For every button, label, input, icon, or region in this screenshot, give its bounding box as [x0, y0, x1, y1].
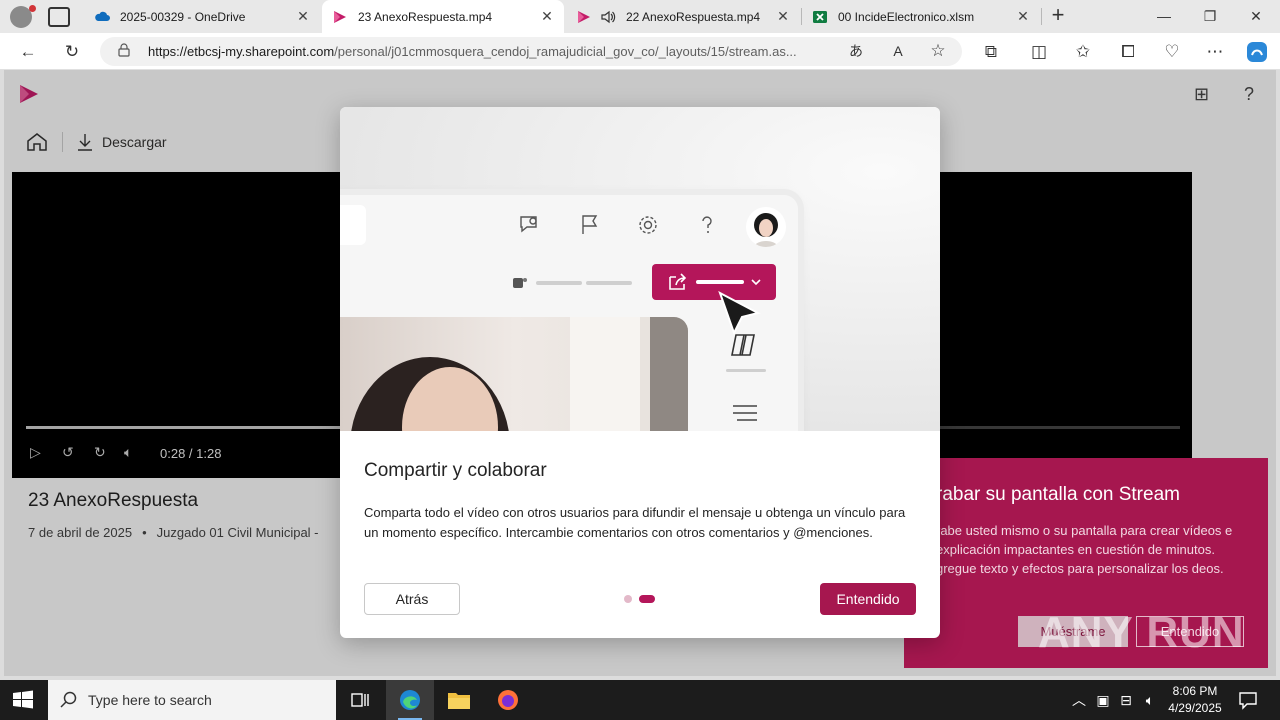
illustration-label-bar	[696, 280, 744, 284]
taskbar-search-placeholder: Type here to search	[88, 692, 212, 708]
firefox-icon	[498, 690, 518, 710]
step-dot-2-active[interactable]	[639, 595, 655, 603]
dialog-illustration	[340, 107, 940, 431]
folder-icon	[448, 693, 470, 709]
address-bar[interactable]: https://etbcsj-my.sharepoint.com/persona…	[100, 37, 962, 66]
illustration-search-box	[340, 205, 366, 245]
illustration-divider	[726, 369, 766, 372]
stream-icon	[578, 10, 590, 23]
tray-network-icon[interactable]: ⊟	[1117, 691, 1135, 709]
tray-meet-icon[interactable]: ▣	[1094, 691, 1112, 709]
tab-close-icon[interactable]: ✕	[296, 8, 310, 25]
split-screen-icon[interactable]: ◫	[1027, 40, 1051, 64]
step-dot-1[interactable]	[624, 595, 632, 603]
clock-time: 8:06 PM	[1172, 684, 1218, 698]
new-tab-icon[interactable]: +	[1047, 4, 1069, 28]
window-close-icon[interactable]: ✕	[1233, 0, 1279, 33]
dialog-title: Compartir y colaborar	[364, 460, 547, 481]
favorite-star-icon[interactable]: ☆	[926, 39, 950, 63]
tab-close-icon[interactable]: ✕	[540, 8, 554, 25]
task-view-icon	[351, 693, 369, 707]
tab-title: 00 IncideElectronico.xlsm	[838, 9, 975, 24]
url-path: /personal/j01cmmosquera_cendoj_ramajudic…	[334, 44, 797, 59]
dialog-body: Comparta todo el vídeo con otros usuario…	[364, 505, 906, 540]
excel-icon	[813, 10, 827, 23]
back-arrow-icon[interactable]: ←	[16, 40, 40, 64]
copilot-icon[interactable]	[1245, 40, 1269, 64]
browser-toolbar: ← ↻ https://etbcsj-my.sharepoint.com/per…	[0, 33, 1280, 70]
windows-start-icon[interactable]	[12, 690, 34, 710]
step-indicator	[624, 595, 655, 603]
edge-icon	[400, 690, 420, 710]
got-it-button[interactable]: Entendido	[820, 583, 916, 615]
taskbar-search-box[interactable]: Type here to search	[48, 680, 336, 720]
back-button[interactable]: Atrás	[364, 583, 460, 615]
minimize-icon[interactable]: —	[1141, 0, 1187, 33]
tab-close-icon[interactable]: ✕	[1016, 8, 1030, 25]
refresh-icon[interactable]: ↻	[60, 40, 84, 64]
stream-icon	[334, 10, 346, 23]
tab-title: 2025-00329 - OneDrive	[120, 9, 246, 24]
taskbar-clock[interactable]: 8:06 PM 4/29/2025	[1158, 683, 1232, 717]
tab-stream-23[interactable]: 23 AnexoRespuesta.mp4 ✕	[322, 0, 564, 33]
copilot-icon	[731, 334, 755, 356]
tab-actions-icon[interactable]	[48, 7, 70, 27]
tray-volume-icon[interactable]: 🔈︎	[1141, 691, 1159, 709]
task-view-button[interactable]	[336, 680, 384, 720]
browser-essentials-icon[interactable]: ♡	[1160, 40, 1184, 64]
tab-close-icon[interactable]: ✕	[776, 8, 790, 25]
settings-more-icon[interactable]: ⋯	[1203, 40, 1227, 64]
tab-title: 23 AnexoRespuesta.mp4	[358, 9, 493, 24]
comment-icon	[520, 216, 537, 233]
onedrive-icon	[95, 11, 110, 21]
translate-icon[interactable]: あ	[844, 39, 868, 63]
profile-notification-badge	[29, 5, 36, 12]
tab-onedrive[interactable]: 2025-00329 - OneDrive ✕	[84, 0, 320, 33]
flag-icon	[582, 215, 598, 234]
browser-tab-strip: 2025-00329 - OneDrive ✕ 23 AnexoRespuest…	[0, 0, 1280, 33]
search-icon	[60, 691, 77, 708]
illustration-placeholder-line	[536, 281, 582, 285]
taskbar-file-explorer[interactable]	[435, 680, 483, 720]
gear-icon	[639, 216, 657, 234]
speaker-icon[interactable]	[600, 9, 616, 25]
notifications-icon[interactable]	[1238, 690, 1258, 710]
person-avatar-icon	[754, 213, 778, 247]
tray-chevron-up-icon[interactable]: ︿	[1070, 691, 1088, 709]
restore-icon[interactable]: ❐	[1187, 0, 1233, 33]
illustration-placeholder-line	[586, 281, 632, 285]
favorites-icon[interactable]: ✩	[1071, 40, 1095, 64]
tab-excel[interactable]: 00 IncideElectronico.xlsm ✕	[802, 0, 1040, 33]
url-host: https://etbcsj-my.sharepoint.com	[148, 44, 335, 59]
tab-separator	[1041, 8, 1042, 25]
lock-icon[interactable]	[118, 43, 130, 57]
collections-icon[interactable]: ⧠	[1116, 40, 1140, 64]
tab-stream-22[interactable]: 22 AnexoRespuesta.mp4 ✕	[566, 0, 800, 33]
extensions-icon[interactable]: ⧉	[979, 40, 1003, 64]
tab-title: 22 AnexoRespuesta.mp4	[626, 9, 761, 24]
share-collaborate-dialog: Compartir y colaborar Comparta todo el v…	[340, 107, 940, 638]
url-text[interactable]: https://etbcsj-my.sharepoint.com/persona…	[148, 44, 797, 59]
windows-taskbar: Type here to search ︿ ▣ ⊟ 🔈︎ 8:06 PM 4/2…	[0, 680, 1280, 720]
share-icon	[669, 273, 687, 290]
avatar	[746, 207, 786, 247]
illustration-video-thumbnail	[340, 317, 688, 431]
teams-icon	[513, 278, 527, 288]
taskbar-edge[interactable]	[386, 680, 434, 720]
read-aloud-icon[interactable]: A	[886, 39, 910, 63]
anyrun-watermark: ANY RUN	[1038, 608, 1245, 657]
help-question-icon	[702, 216, 712, 233]
clock-date: 4/29/2025	[1168, 701, 1222, 715]
illustration-person-photo	[351, 317, 688, 431]
menu-icon	[733, 405, 757, 421]
promo-title: rabar su pantalla con Stream	[936, 484, 1180, 505]
promo-text: rabe usted mismo o su pantalla para crea…	[936, 523, 1233, 576]
chevron-down-icon	[751, 279, 761, 286]
taskbar-firefox[interactable]	[484, 680, 532, 720]
